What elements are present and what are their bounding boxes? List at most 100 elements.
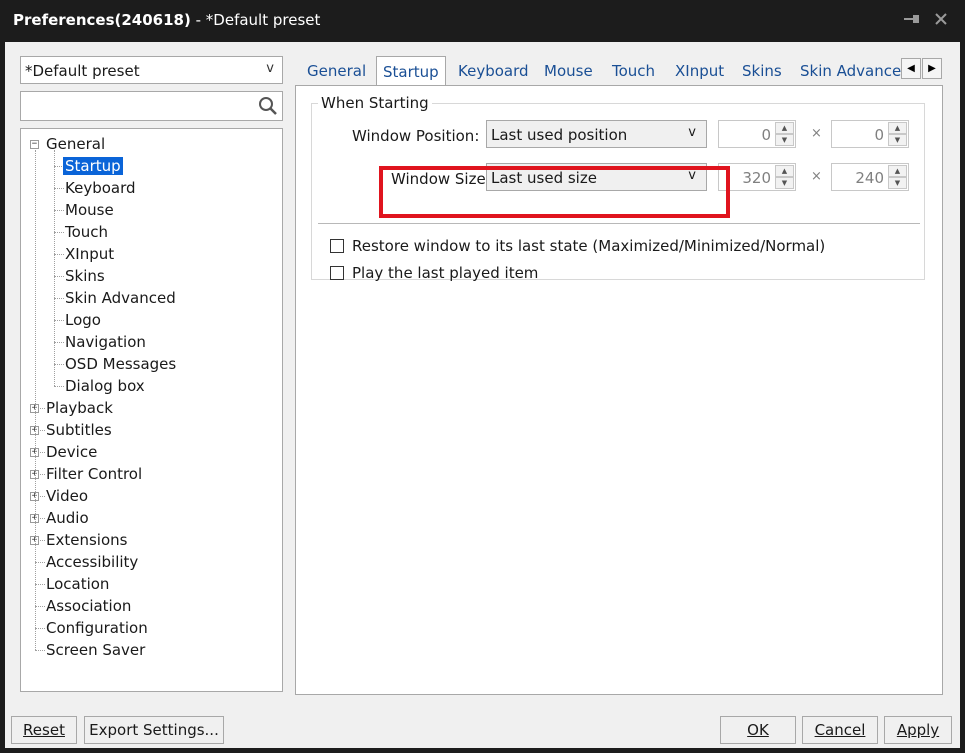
tree-item-label: OSD Messages: [65, 355, 177, 373]
tree-item-label: Audio: [46, 509, 89, 527]
tab-skin-advanced[interactable]: Skin Advanced: [794, 58, 917, 84]
apply-button[interactable]: Apply: [884, 716, 952, 744]
size-height-value: 240: [855, 169, 884, 187]
tree-connector: [35, 628, 45, 629]
tree-item-device[interactable]: Device: [46, 442, 97, 462]
tree-item-mouse[interactable]: Mouse: [65, 200, 114, 220]
search-icon[interactable]: [257, 95, 279, 117]
tree-item-label: Filter Control: [46, 465, 143, 483]
tab-xinput[interactable]: XInput: [669, 58, 730, 84]
tree-item-filter-control[interactable]: Filter Control: [46, 464, 142, 484]
tree-item-dialog-box[interactable]: Dialog box: [65, 376, 145, 396]
decrement-button[interactable]: ▼: [775, 177, 794, 189]
tree-item-label: Association: [46, 597, 132, 615]
restore-window-label[interactable]: Restore window to its last state (Maximi…: [352, 237, 825, 255]
tree-item-label: Skins: [65, 267, 105, 285]
tab-label: Keyboard: [458, 62, 529, 80]
tree-item-label: Location: [46, 575, 110, 593]
tree-item-xinput[interactable]: XInput: [65, 244, 114, 264]
title-bar[interactable]: Preferences(240618) - *Default preset: [0, 0, 965, 42]
size-width-value: 320: [742, 169, 771, 187]
tree-item-accessibility[interactable]: Accessibility: [46, 552, 138, 572]
settings-tree[interactable]: − General Startup Keyboard Mouse Touch XInput S…: [20, 128, 283, 692]
tab-skins[interactable]: Skins: [736, 58, 788, 84]
tree-item-skins[interactable]: Skins: [65, 266, 105, 286]
restore-window-checkbox[interactable]: [330, 239, 344, 253]
tab-label: Touch: [612, 62, 656, 80]
decrement-button[interactable]: ▼: [775, 134, 794, 146]
tree-item-label: Touch: [65, 223, 109, 241]
tab-label: XInput: [675, 62, 725, 80]
tree-item-screen-saver[interactable]: Screen Saver: [46, 640, 145, 660]
search-input[interactable]: [20, 91, 283, 121]
increment-button[interactable]: ▲: [775, 122, 794, 134]
startup-panel: When Starting Window Position: Last used…: [295, 85, 943, 695]
tree-item-video[interactable]: Video: [46, 486, 88, 506]
tree-connector: [54, 188, 64, 189]
tree-item-navigation[interactable]: Navigation: [65, 332, 146, 352]
tab-keyboard[interactable]: Keyboard: [452, 58, 535, 84]
preset-value: *Default preset: [25, 62, 140, 80]
tree-item-label: Extensions: [46, 531, 128, 549]
reset-button[interactable]: Reset: [11, 716, 77, 744]
tree-item-touch[interactable]: Touch: [65, 222, 108, 242]
decrement-button[interactable]: ▼: [888, 134, 907, 146]
tree-item-osd-messages[interactable]: OSD Messages: [65, 354, 176, 374]
tree-item-keyboard[interactable]: Keyboard: [65, 178, 136, 198]
tree-item-label: Skin Advanced: [65, 289, 176, 307]
position-x-stepper[interactable]: 0 ▲ ▼: [718, 120, 796, 148]
reset-label: Reset: [23, 721, 65, 739]
position-y-stepper[interactable]: 0 ▲ ▼: [831, 120, 909, 148]
tree-item-audio[interactable]: Audio: [46, 508, 89, 528]
play-last-item-checkbox[interactable]: [330, 266, 344, 280]
tab-mouse[interactable]: Mouse: [538, 58, 599, 84]
ok-button[interactable]: OK: [720, 716, 796, 744]
pin-icon[interactable]: [901, 10, 923, 32]
group-title: When Starting: [318, 94, 432, 112]
export-label: Export Settings...: [89, 721, 219, 739]
tree-item-skin-advanced[interactable]: Skin Advanced: [65, 288, 176, 308]
tree-item-subtitles[interactable]: Subtitles: [46, 420, 112, 440]
tab-scroll-right-button[interactable]: ▶: [922, 58, 942, 79]
tree-item-label: XInput: [65, 245, 115, 263]
play-last-item-label[interactable]: Play the last played item: [352, 264, 538, 282]
decrement-button[interactable]: ▼: [888, 177, 907, 189]
collapse-icon[interactable]: −: [30, 140, 39, 149]
tab-touch[interactable]: Touch: [606, 58, 661, 84]
window-position-dropdown[interactable]: Last used position v: [486, 120, 707, 148]
tree-item-label: Subtitles: [46, 421, 112, 439]
increment-button[interactable]: ▲: [888, 122, 907, 134]
tree-connector: [35, 650, 45, 651]
ok-label: OK: [747, 721, 769, 739]
tree-connector: [35, 584, 45, 585]
window-position-value: Last used position: [491, 126, 628, 144]
window-position-label: Window Position:: [352, 127, 480, 145]
tab-label: Startup: [383, 63, 439, 81]
cancel-button[interactable]: Cancel: [802, 716, 878, 744]
tree-item-label: Logo: [65, 311, 101, 329]
times-sign: ×: [811, 169, 822, 184]
tree-item-playback[interactable]: Playback: [46, 398, 113, 418]
tree-item-logo[interactable]: Logo: [65, 310, 101, 330]
tree-item-configuration[interactable]: Configuration: [46, 618, 148, 638]
tab-scroll-left-button[interactable]: ◀: [901, 58, 921, 79]
tab-general[interactable]: General: [301, 58, 372, 84]
size-height-stepper[interactable]: 240 ▲ ▼: [831, 163, 909, 191]
tab-label: General: [307, 62, 367, 80]
increment-button[interactable]: ▲: [888, 165, 907, 177]
tree-item-association[interactable]: Association: [46, 596, 131, 616]
tree-item-startup[interactable]: Startup: [63, 156, 123, 176]
position-x-value: 0: [761, 126, 771, 144]
tree-item-location[interactable]: Location: [46, 574, 109, 594]
tree-item-label: Configuration: [46, 619, 148, 637]
tree-item-label: Keyboard: [65, 179, 136, 197]
tree-item-label: Accessibility: [46, 553, 139, 571]
tab-startup[interactable]: Startup: [376, 56, 446, 86]
export-settings-button[interactable]: Export Settings...: [84, 716, 224, 744]
preferences-window: Preferences(240618) - *Default preset *D…: [0, 0, 965, 753]
preset-dropdown[interactable]: *Default preset v: [20, 56, 283, 84]
tree-item-extensions[interactable]: Extensions: [46, 530, 127, 550]
close-icon[interactable]: [930, 10, 952, 32]
increment-button[interactable]: ▲: [775, 165, 794, 177]
chevron-down-icon: v: [688, 125, 696, 140]
